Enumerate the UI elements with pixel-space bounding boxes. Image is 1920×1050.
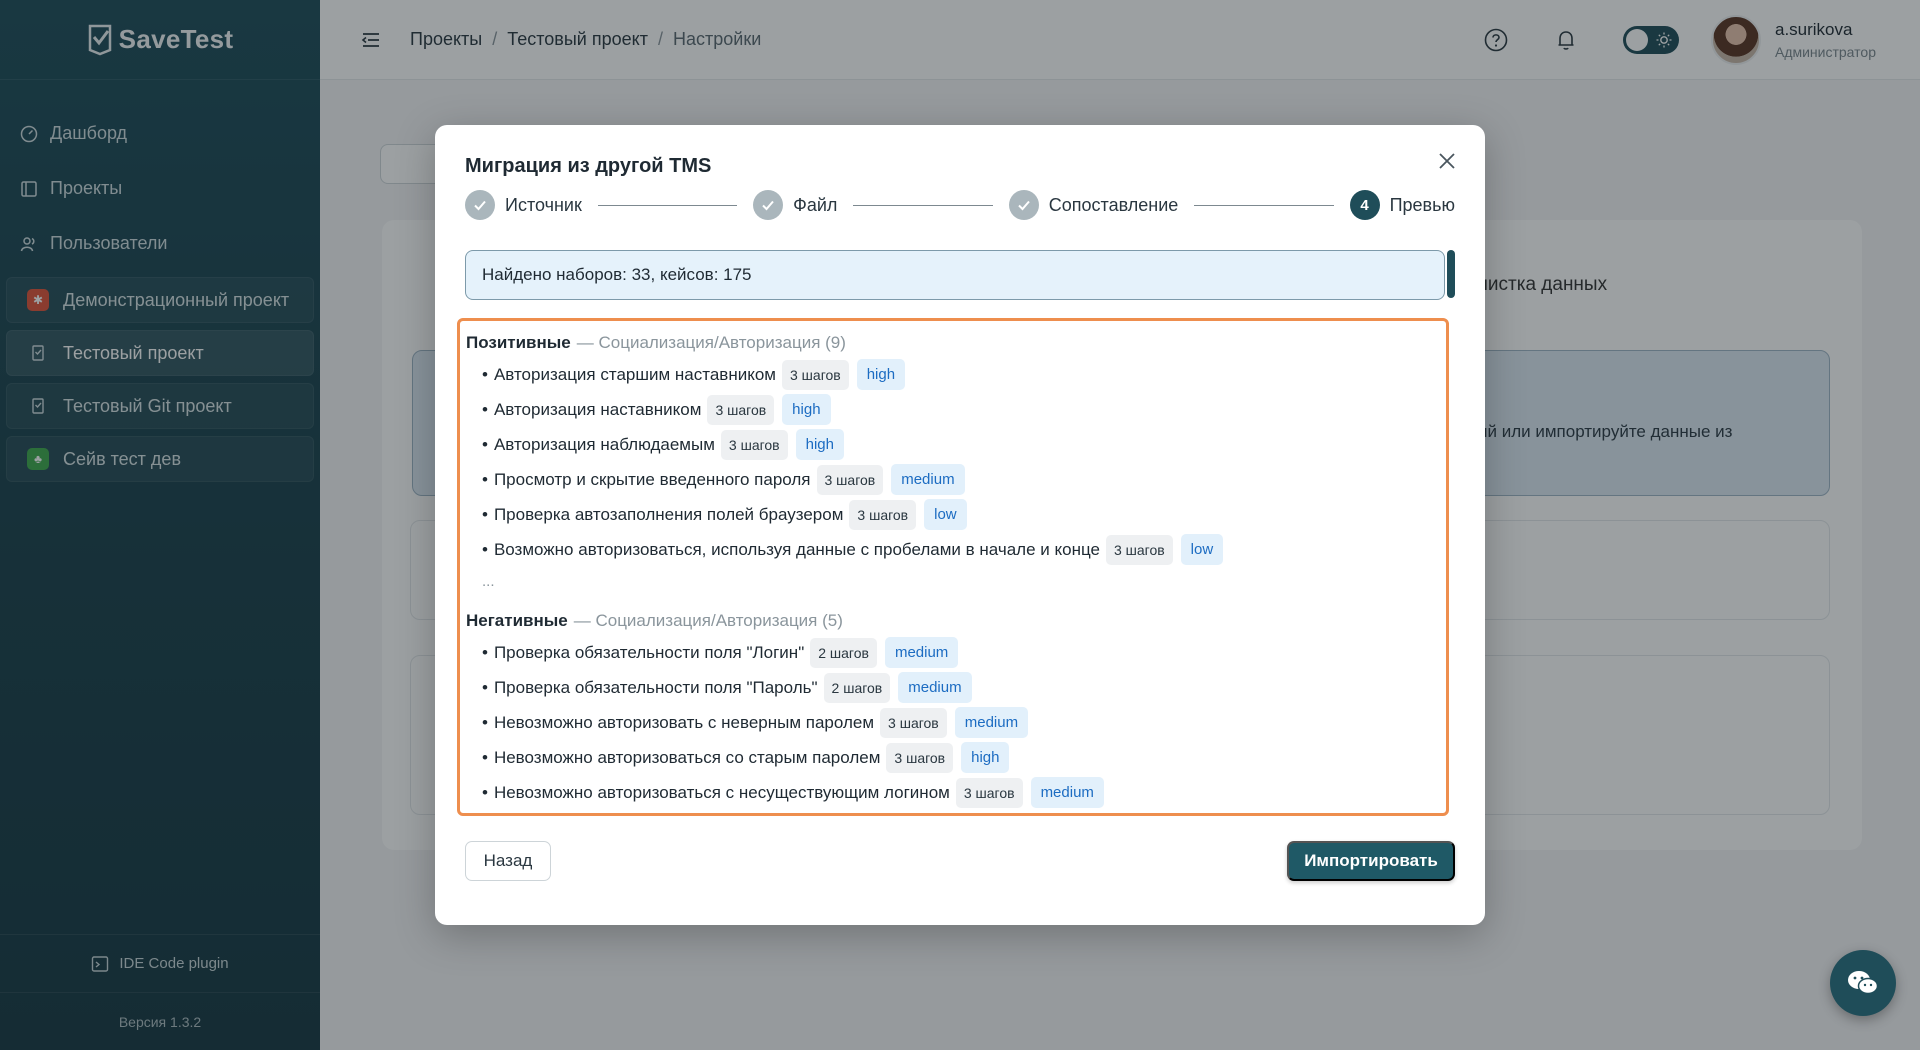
back-button[interactable]: Назад: [465, 841, 551, 881]
priority-badge: medium: [954, 707, 1029, 738]
case-name: Возможно авторизоваться, используя данны…: [493, 539, 1100, 559]
case-name: Невозможно авторизовать с неверным парол…: [493, 712, 875, 732]
stepper: Источник Файл Сопоставление 4 Превью: [465, 189, 1455, 221]
step-label: Превью: [1389, 194, 1455, 215]
found-summary: Найдено наборов: 33, кейсов: 175: [465, 250, 1445, 300]
section-header: Негативные — Социализация/Авторизация (5…: [466, 607, 1446, 635]
step-connector: [1194, 204, 1334, 206]
steps-badge: 3 шагов: [886, 742, 954, 773]
priority-badge: high: [856, 359, 906, 390]
priority-badge: low: [924, 499, 967, 530]
migration-modal: Миграция из другой TMS Источник Файл Соп…: [435, 125, 1485, 925]
list-item: • Авторизация наставником 3 шагов high: [466, 392, 1446, 427]
chat-icon: [1848, 971, 1879, 995]
case-name: Невозможно авторизоваться с несуществующ…: [493, 782, 950, 802]
list-item: • Проверка автозаполнения полей браузером…: [466, 497, 1446, 532]
step-mapping: Сопоставление: [1008, 190, 1179, 220]
priority-badge: medium: [884, 637, 959, 668]
steps-badge: 3 шагов: [880, 707, 947, 738]
priority-badge: medium: [898, 672, 972, 703]
priority-badge: medium: [1030, 777, 1104, 808]
case-name: Проверка обязательности поля "Логин": [493, 642, 805, 662]
priority-badge: low: [1180, 534, 1224, 565]
step-connector: [597, 204, 738, 206]
case-name: Проверка автозаполнения полей браузером: [493, 504, 844, 524]
list-item: • Проверка обязательности поля "Логин" 2 …: [466, 635, 1446, 670]
case-name: Авторизация старшим наставником: [493, 364, 776, 384]
step-source: Источник: [465, 190, 582, 220]
modal-title: Миграция из другой TMS: [465, 155, 712, 177]
case-name: Невозможно авторизоваться со старым паро…: [493, 747, 881, 767]
list-item: • Невозможно авторизоваться с несуществую…: [466, 775, 1446, 810]
case-name: Просмотр и скрытие введенного пароля: [493, 469, 811, 489]
list-item: • Авторизация старшим наставником 3 шагов…: [466, 357, 1446, 392]
priority-badge: high: [961, 742, 1010, 773]
chat-button[interactable]: [1830, 950, 1896, 1016]
step-number: 4: [1349, 190, 1380, 220]
steps-badge: 2 шагов: [810, 637, 877, 668]
steps-badge: 3 шагов: [720, 429, 788, 460]
section-header: Позитивные — Социализация/Авторизация (9…: [466, 329, 1446, 357]
section-title: Негативные: [466, 611, 568, 630]
step-label: Сопоставление: [1048, 194, 1179, 215]
import-button[interactable]: Импортировать: [1287, 841, 1455, 881]
section-title: Позитивные: [466, 333, 571, 352]
check-icon: [1008, 190, 1039, 220]
case-name: Авторизация наставником: [493, 399, 702, 419]
steps-badge: 3 шагов: [955, 777, 1023, 808]
step-file: Файл: [753, 190, 837, 220]
step-label: Файл: [793, 194, 838, 215]
case-name: Авторизация наблюдаемым: [493, 434, 715, 454]
list-item: • Невозможно авторизоваться со старым пар…: [466, 740, 1446, 775]
case-name: Проверка обязательности поля "Пароль": [493, 677, 818, 697]
steps-badge: 3 шагов: [1105, 534, 1173, 565]
step-preview: 4 Превью: [1349, 190, 1455, 220]
steps-badge: 3 шагов: [816, 464, 884, 495]
list-item: • Просмотр и скрытие введенного пароля 3 …: [466, 462, 1446, 497]
steps-badge: 3 шагов: [849, 499, 917, 530]
more-indicator: ...: [482, 572, 495, 590]
steps-badge: 3 шагов: [707, 394, 775, 425]
priority-badge: high: [795, 429, 844, 460]
step-connector: [853, 204, 993, 206]
steps-badge: 2 шагов: [823, 672, 891, 703]
steps-badge: 3 шагов: [782, 359, 849, 390]
list-item: • Проверка обязательности поля "Пароль" 2…: [466, 670, 1446, 705]
close-icon[interactable]: [1435, 149, 1459, 173]
scrollbar-thumb[interactable]: [1447, 250, 1455, 298]
priority-badge: medium: [891, 464, 965, 495]
preview-list[interactable]: Позитивные — Социализация/Авторизация (9…: [457, 318, 1449, 816]
list-item: • Возможно авторизоваться, используя данн…: [466, 532, 1446, 567]
step-label: Источник: [505, 194, 582, 215]
section-path: — Социализация/Авторизация (9): [576, 333, 846, 352]
list-item: • Невозможно авторизовать с неверным паро…: [466, 705, 1446, 740]
list-item: • Авторизация наблюдаемым 3 шагов high: [466, 427, 1446, 462]
check-icon: [465, 190, 495, 220]
section-path: — Социализация/Авторизация (5): [573, 611, 843, 630]
priority-badge: high: [782, 394, 831, 425]
check-icon: [753, 190, 784, 220]
